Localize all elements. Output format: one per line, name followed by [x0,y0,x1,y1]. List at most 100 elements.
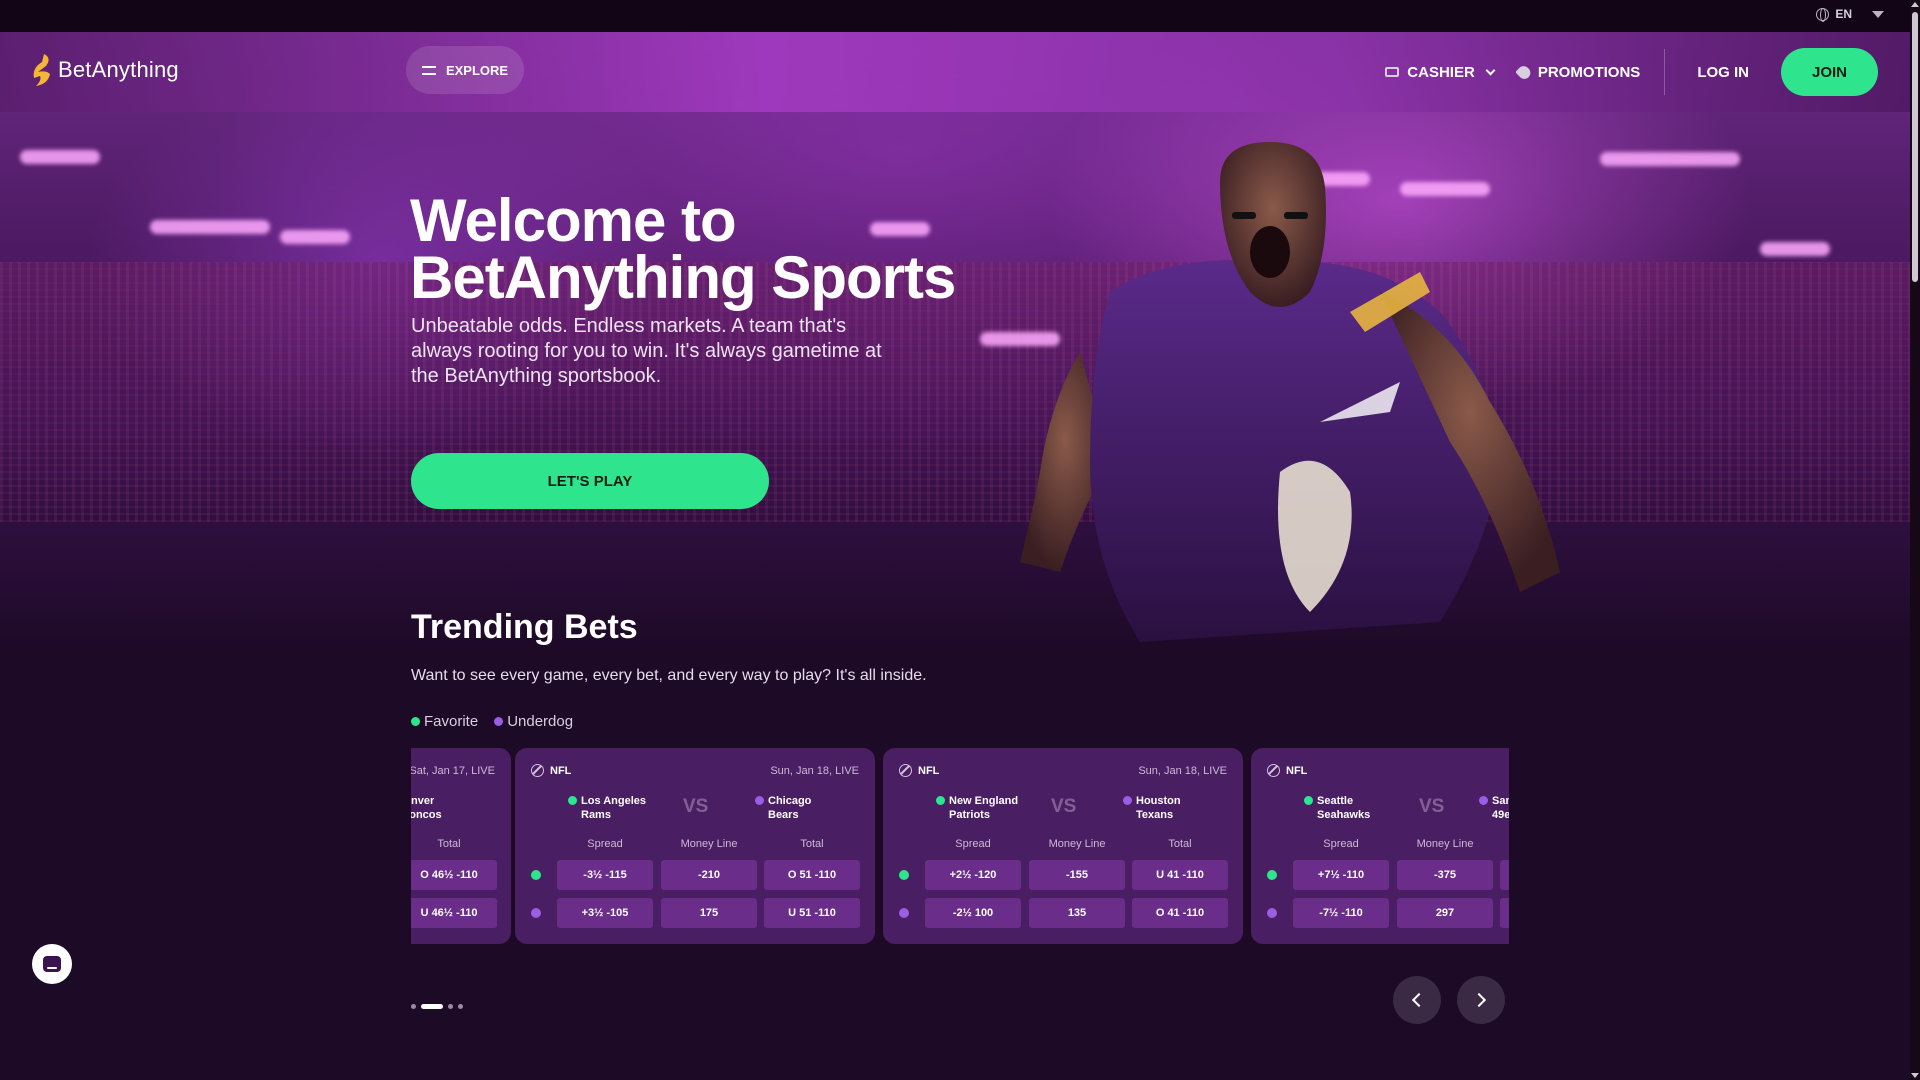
odds-button[interactable]: O 51 -110 [764,860,860,890]
join-button[interactable]: JOIN [1781,48,1878,96]
explore-label: EXPLORE [445,62,509,78]
odds-button[interactable]: -2½ 100 [925,898,1021,928]
support-chat-button[interactable] [32,944,72,984]
league-label: NFL [1267,764,1307,777]
language-selector[interactable]: EN [1816,7,1884,22]
hero-title: Welcome to BetAnything Sports [410,191,956,308]
odds-button[interactable]: +2½ -120 [925,860,1021,890]
chevron-left-icon [1411,992,1427,1008]
nav-actions: CASHIER PROMOTIONS LOG IN JOIN [1385,48,1878,96]
odds-button[interactable]: +3½ -105 [557,898,653,928]
team-name-line: Seattle [1317,795,1354,807]
favorite-dot-icon [531,870,541,880]
scroll-up-icon[interactable] [1911,2,1919,7]
team-name-line: Chicago [768,795,812,807]
odds-button[interactable] [1500,860,1509,890]
team-favorite: New England Patriots [936,794,1018,822]
brand-logo-icon [33,54,50,86]
carousel-next-button[interactable] [1457,976,1505,1024]
favorite-dot-icon [568,796,577,805]
odds-button[interactable]: -7½ -110 [1293,898,1389,928]
odds-button[interactable]: 135 [1029,898,1125,928]
team-underdog: San 49ers [1479,794,1509,822]
carousel-pagination [411,1004,463,1009]
pagination-dot-active[interactable] [421,1004,443,1009]
cashier-icon [1385,67,1400,77]
game-date: Sun, Jan 18, LIVE [1138,765,1227,777]
login-button[interactable]: LOG IN [1697,64,1749,81]
column-header-money-line: Money Line [680,838,738,850]
bet-card: NFL Sun, Jan 18, LIVE Los Angeles Rams VS… [515,748,875,944]
bet-card: NFL Seattle Seahawks VS San 49ers Spread M… [1251,748,1509,944]
legend-underdog: Underdog [494,713,573,730]
chat-icon [43,956,61,972]
trending-subtitle: Want to see every game, every bet, and e… [411,667,927,684]
team-underdog: Chicago Bears [755,794,812,822]
pagination-dot[interactable] [448,1004,453,1009]
underdog-dot-icon [755,796,764,805]
team-name-line: Seahawks [1317,809,1371,821]
stadium-light [20,150,100,164]
odds-button[interactable]: U 46½ -110 [411,898,497,928]
football-icon [899,764,912,777]
team-name-line: Broncos [411,809,442,821]
favorite-dot-icon [1304,796,1313,805]
stadium-light [1760,242,1830,256]
team-name-line: Denver [411,795,435,807]
team-name-line: Patriots [949,809,990,821]
football-icon [531,764,544,777]
odds-button[interactable]: U 51 -110 [764,898,860,928]
favorite-dot-icon [411,717,420,726]
game-date: Sun, Jan 18, LIVE [770,765,859,777]
nav-divider [1664,49,1666,95]
lets-play-button[interactable]: LET'S PLAY [411,453,769,509]
team-favorite: Seattle Seahawks [1304,794,1371,822]
team-name-line: Houston [1136,795,1181,807]
column-header-spread: Spread [955,838,991,850]
odds-button[interactable]: -375 [1397,860,1493,890]
odds-button[interactable]: -210 [661,860,757,890]
odds-button[interactable] [1500,898,1509,928]
favorite-dot-icon [1267,870,1277,880]
stadium-light [280,230,350,244]
column-header-money-line: Money Line [1048,838,1106,850]
team-name-line: Texans [1136,809,1174,821]
chevron-right-icon [1471,992,1487,1008]
underdog-dot-icon [1267,908,1277,918]
carousel-prev-button[interactable] [1393,976,1441,1024]
bet-card: Sat, Jan 17, LIVE Denver Broncos Total O… [411,748,511,944]
odds-button[interactable]: -155 [1029,860,1125,890]
column-header-spread: Spread [587,838,623,850]
odds-button[interactable]: 175 [661,898,757,928]
hero-background [0,32,1910,652]
league-label: NFL [899,764,939,777]
scrollbar-thumb[interactable] [1912,12,1918,282]
stadium-light [1600,152,1740,166]
trending-title: Trending Bets [411,608,638,646]
odds-button[interactable]: O 46½ -110 [411,860,497,890]
pagination-dot[interactable] [411,1004,416,1009]
underdog-dot-icon [1479,796,1488,805]
odds-button[interactable]: 297 [1397,898,1493,928]
cashier-menu[interactable]: CASHIER [1385,64,1496,81]
pagination-dot[interactable] [458,1004,463,1009]
odds-button[interactable]: -3½ -115 [557,860,653,890]
page-scrollbar[interactable] [1910,0,1920,1080]
odds-button[interactable]: O 41 -110 [1132,898,1228,928]
scroll-down-icon[interactable] [1911,1073,1919,1078]
top-utility-bar: EN [0,0,1920,32]
team-favorite: Los Angeles Rams [568,794,646,822]
bet-card: NFL Sun, Jan 18, LIVE New England Patriot… [883,748,1243,944]
brand-logo[interactable]: BetAnything [32,54,179,86]
promotions-link[interactable]: PROMOTIONS [1514,63,1640,81]
odds-button[interactable]: +7½ -110 [1293,860,1389,890]
team-name-line: Los Angeles [581,795,646,807]
odds-button[interactable]: U 41 -110 [1132,860,1228,890]
language-label: EN [1835,7,1852,21]
tag-icon [1514,63,1533,81]
team-name-line: Rams [581,809,611,821]
explore-button[interactable]: EXPLORE [406,46,524,94]
football-icon [1267,764,1280,777]
favorite-dot-icon [899,870,909,880]
league-name: NFL [918,764,940,777]
